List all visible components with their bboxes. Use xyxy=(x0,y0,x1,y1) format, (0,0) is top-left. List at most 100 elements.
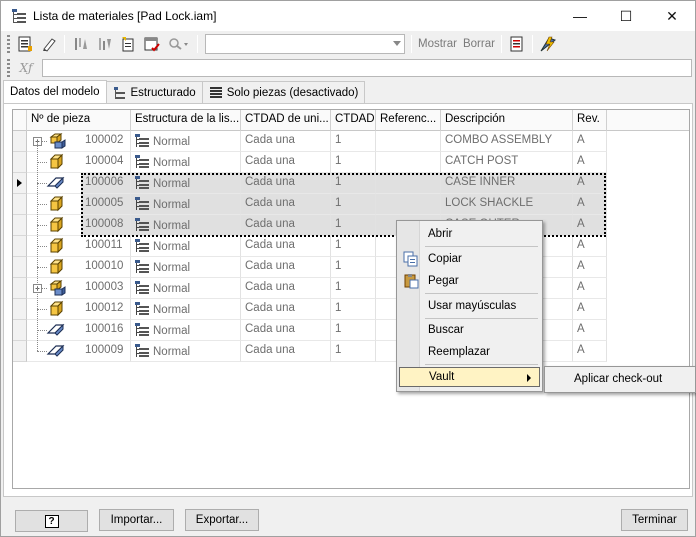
cell-revision[interactable]: A xyxy=(573,194,607,215)
bom-settings-button[interactable] xyxy=(15,34,35,54)
cell-bom-structure[interactable]: Normal xyxy=(131,131,241,152)
cell-revision[interactable]: A xyxy=(573,131,607,152)
column-header-qty[interactable]: CTDAD xyxy=(331,110,376,131)
bom-view-button[interactable] xyxy=(142,34,162,54)
cell-revision[interactable]: A xyxy=(573,173,607,194)
cell-revision[interactable]: A xyxy=(573,152,607,173)
sort-descending-button[interactable] xyxy=(94,34,114,54)
row-selector[interactable] xyxy=(13,299,27,320)
row-selector[interactable] xyxy=(13,152,27,173)
cell-revision[interactable]: A xyxy=(573,236,607,257)
bom-grid[interactable]: Nº de pieza Estructura de la lis... CTDA… xyxy=(12,109,690,489)
menu-item-replace[interactable]: Reemplazar xyxy=(399,342,540,362)
row-selector[interactable] xyxy=(13,320,27,341)
cell-bom-structure[interactable]: Normal xyxy=(131,278,241,299)
cell-description[interactable]: LOCK SHACKLE xyxy=(441,194,573,215)
cell-qty[interactable]: 1 xyxy=(331,320,376,341)
cell-qty[interactable]: 1 xyxy=(331,131,376,152)
menu-item-copy[interactable]: Copiar xyxy=(399,249,540,269)
cell-part-number[interactable]: 100011 xyxy=(81,236,131,257)
menu-item-paste[interactable]: Pegar xyxy=(399,271,540,291)
cell-bom-structure[interactable]: Normal xyxy=(131,236,241,257)
cell-revision[interactable]: A xyxy=(573,278,607,299)
sort-ascending-button[interactable] xyxy=(70,34,90,54)
formula-input[interactable] xyxy=(42,59,692,77)
cell-qty[interactable]: 1 xyxy=(331,173,376,194)
formula-grip[interactable] xyxy=(7,59,10,77)
cell-part-number[interactable]: 100009 xyxy=(81,341,131,362)
row-selector[interactable] xyxy=(13,236,27,257)
cell-unit-qty[interactable]: Cada una xyxy=(241,131,331,152)
export-button[interactable]: Exportar... xyxy=(185,509,259,531)
cell-unit-qty[interactable]: Cada una xyxy=(241,257,331,278)
cell-revision[interactable]: A xyxy=(573,320,607,341)
title-bar[interactable]: Lista de materiales [Pad Lock.iam] — ☐ ✕ xyxy=(1,1,695,31)
close-button[interactable]: ✕ xyxy=(649,1,695,31)
cell-qty[interactable]: 1 xyxy=(331,152,376,173)
cell-revision[interactable]: A xyxy=(573,215,607,236)
cell-description[interactable]: COMBO ASSEMBLY xyxy=(441,131,573,152)
edit-button[interactable] xyxy=(39,34,59,54)
cell-bom-structure[interactable]: Normal xyxy=(131,257,241,278)
cell-part-number[interactable]: 100005 xyxy=(81,194,131,215)
cell-part-number[interactable]: 100008 xyxy=(81,215,131,236)
cell-description[interactable]: CASE INNER xyxy=(441,173,573,194)
cell-unit-qty[interactable]: Cada una xyxy=(241,173,331,194)
table-row[interactable]: 100004 Normal Cada una 1 CATCH POST A xyxy=(13,152,689,173)
column-header-revision[interactable]: Rev. xyxy=(573,110,607,131)
report-button[interactable] xyxy=(507,34,527,54)
cell-qty[interactable]: 1 xyxy=(331,299,376,320)
update-button[interactable] xyxy=(538,34,558,54)
cell-part-number[interactable]: 100010 xyxy=(81,257,131,278)
table-row[interactable]: 100006 Normal Cada una 1 CASE INNER A xyxy=(13,173,689,194)
tab-model-data[interactable]: Datos del modelo xyxy=(3,80,107,103)
row-selector[interactable] xyxy=(13,341,27,362)
menu-item-checkout[interactable]: Aplicar check-out xyxy=(546,369,694,389)
cell-part-number[interactable]: 100002 xyxy=(81,131,131,152)
cell-unit-qty[interactable]: Cada una xyxy=(241,341,331,362)
cell-unit-qty[interactable]: Cada una xyxy=(241,236,331,257)
cell-qty[interactable]: 1 xyxy=(331,257,376,278)
cell-qty[interactable]: 1 xyxy=(331,341,376,362)
column-header-bom-structure[interactable]: Estructura de la lis... xyxy=(131,110,241,131)
cell-description[interactable]: CATCH POST xyxy=(441,152,573,173)
import-button[interactable]: Importar... xyxy=(99,509,174,531)
column-header-unit-qty[interactable]: CTDAD de uni... xyxy=(241,110,331,131)
tab-parts-only[interactable]: Solo piezas (desactivado) xyxy=(201,81,366,103)
cell-bom-structure[interactable]: Normal xyxy=(131,341,241,362)
row-selector[interactable] xyxy=(13,257,27,278)
cell-qty[interactable]: 1 xyxy=(331,215,376,236)
cell-unit-qty[interactable]: Cada una xyxy=(241,278,331,299)
cell-part-number[interactable]: 100006 xyxy=(81,173,131,194)
cell-unit-qty[interactable]: Cada una xyxy=(241,194,331,215)
cell-bom-structure[interactable]: Normal xyxy=(131,194,241,215)
cell-unit-qty[interactable]: Cada una xyxy=(241,299,331,320)
table-row[interactable]: 100005 Normal Cada una 1 LOCK SHACKLE A xyxy=(13,194,689,215)
column-header-part-number[interactable]: Nº de pieza xyxy=(27,110,131,131)
cell-bom-structure[interactable]: Normal xyxy=(131,215,241,236)
cell-unit-qty[interactable]: Cada una xyxy=(241,215,331,236)
table-row[interactable]: 100016NormalCada una1ATEA xyxy=(13,320,689,341)
cell-reference[interactable] xyxy=(376,173,441,194)
delete-button[interactable]: Borrar xyxy=(463,38,495,50)
cell-bom-structure[interactable]: Normal xyxy=(131,299,241,320)
cell-revision[interactable]: A xyxy=(573,299,607,320)
table-row[interactable]: 100009 Normal Cada una 1 A xyxy=(13,341,689,362)
column-header-reference[interactable]: Referenc... xyxy=(376,110,441,131)
table-row[interactable]: 100010 Normal Cada una 1 A xyxy=(13,257,689,278)
table-row[interactable]: 100012 Normal Cada una 1 A xyxy=(13,299,689,320)
table-row[interactable]: +100002 Normal Cada una 1 COMBO ASSEMBLY A xyxy=(13,131,689,152)
cell-qty[interactable]: 1 xyxy=(331,194,376,215)
cell-revision[interactable]: A xyxy=(573,257,607,278)
row-selector[interactable] xyxy=(13,278,27,299)
cell-reference[interactable] xyxy=(376,194,441,215)
cell-reference[interactable] xyxy=(376,152,441,173)
cell-reference[interactable] xyxy=(376,131,441,152)
tab-structured[interactable]: Estructurado xyxy=(105,81,203,103)
export-part-button[interactable] xyxy=(118,34,138,54)
column-header-description[interactable]: Descripción xyxy=(441,110,573,131)
menu-item-find[interactable]: Buscar xyxy=(399,320,540,340)
table-row[interactable]: +100003 Normal Cada una 1 A xyxy=(13,278,689,299)
menu-item-open[interactable]: Abrir xyxy=(399,224,540,244)
show-button[interactable]: Mostrar xyxy=(418,38,457,50)
